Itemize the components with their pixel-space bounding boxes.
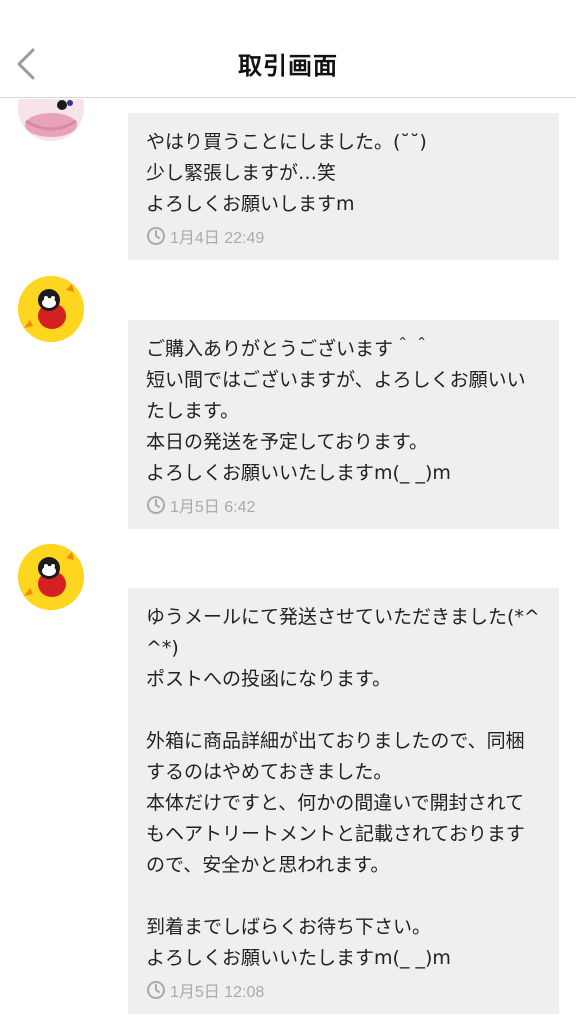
message-timestamp: 1月4日 22:49 <box>146 224 541 248</box>
clock-icon <box>147 981 165 999</box>
page-title: 取引画面 <box>238 52 338 80</box>
timestamp-text: 1月5日 12:08 <box>170 984 265 1001</box>
app-header: 取引画面 <box>0 0 576 98</box>
clock-icon <box>147 227 165 245</box>
message-text: ゆうメールにて発送させていただきました(*^^*) ポストへの投函になります。 … <box>146 606 540 969</box>
message-list[interactable]: やはり買うことにしました。(˘˘) 少し緊張しますが…笑 よろしくお願いしますm… <box>0 99 576 1024</box>
partner-avatar[interactable] <box>18 544 84 610</box>
my-avatar[interactable] <box>18 99 84 141</box>
avatar-image <box>18 99 84 141</box>
avatar-image <box>18 544 84 610</box>
clock-icon <box>147 496 165 514</box>
message-bubble: やはり買うことにしました。(˘˘) 少し緊張しますが…笑 よろしくお願いしますm… <box>128 113 559 260</box>
message-timestamp: 1月5日 12:08 <box>146 978 541 1002</box>
avatar-image <box>18 276 84 342</box>
partner-avatar[interactable] <box>18 276 84 342</box>
message-bubble: ご購入ありがとうございます＾＾ 短い間ではございますが、よろしくお願いいたします… <box>128 320 559 529</box>
timestamp-text: 1月4日 22:49 <box>170 230 265 247</box>
message-text: やはり買うことにしました。(˘˘) 少し緊張しますが…笑 よろしくお願いしますm <box>146 131 427 215</box>
timestamp-text: 1月5日 6:42 <box>170 499 256 516</box>
message-bubble: ゆうメールにて発送させていただきました(*^^*) ポストへの投函になります。 … <box>128 588 559 1014</box>
message-text: ご購入ありがとうございます＾＾ 短い間ではございますが、よろしくお願いいたします… <box>146 338 526 484</box>
message-timestamp: 1月5日 6:42 <box>146 493 541 517</box>
